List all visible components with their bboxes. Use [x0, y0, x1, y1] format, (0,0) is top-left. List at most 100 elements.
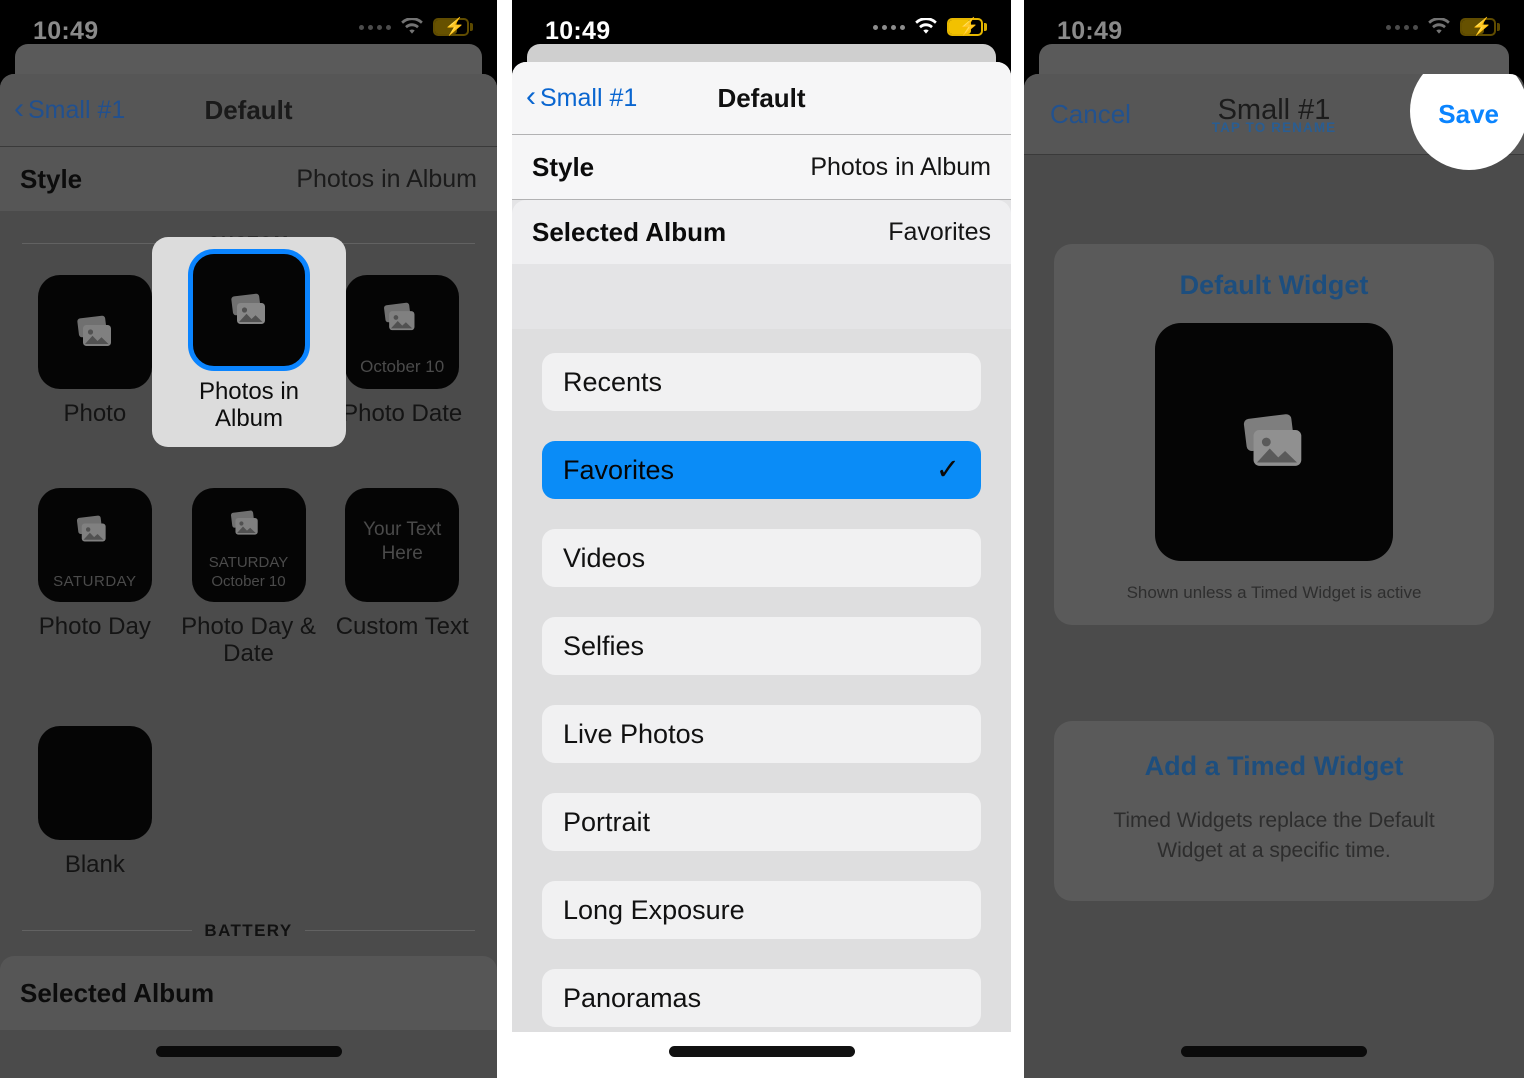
style-row[interactable]: Style Photos in Album	[0, 147, 497, 211]
status-time: 10:49	[1057, 17, 1123, 45]
add-timed-widget-card[interactable]: Add a Timed Widget Timed Widgets replace…	[1054, 721, 1494, 901]
style-grid-body: CUSTOM Photo	[0, 211, 497, 1078]
album-item-videos[interactable]: Videos	[542, 529, 981, 587]
selected-album-bar[interactable]: Selected Album	[0, 956, 497, 1030]
photo-stack-icon	[228, 293, 270, 327]
nav-bar: ‹ Small #1 Default	[512, 62, 1011, 134]
battery-charging-icon: ⚡	[947, 17, 987, 36]
album-item-recents[interactable]: Recents	[542, 353, 981, 411]
home-indicator[interactable]	[155, 1046, 342, 1057]
style-label: Style	[20, 163, 83, 194]
default-widget-card[interactable]: Default Widget Shown unless a Timed Widg…	[1054, 244, 1494, 625]
wifi-icon	[914, 17, 938, 36]
tile-line1: SATURDAY	[208, 554, 289, 572]
style-value: Photos in Album	[296, 164, 477, 193]
back-label: Small #1	[28, 95, 126, 124]
chevron-left-icon: ‹	[14, 92, 24, 125]
style-option-photo-day-date[interactable]: SATURDAY October 10 Photo Day & Date	[172, 487, 326, 668]
default-widget-preview[interactable]	[1155, 323, 1393, 561]
overview-body: Default Widget Shown unless a Timed Widg…	[1024, 228, 1524, 1078]
sheet-peek-behind	[1039, 44, 1509, 74]
selected-album-label: Selected Album	[20, 977, 215, 1008]
style-option-spacer	[172, 726, 326, 879]
style-caption: Photo Date	[342, 400, 463, 427]
style-caption: Photo	[63, 400, 127, 427]
status-time: 10:49	[545, 17, 611, 45]
widget-overview-sheet: Cancel Small #1 TAP TO RENAME Save Defau…	[1024, 74, 1524, 1078]
style-caption: Photo Day	[38, 612, 151, 640]
back-button[interactable]: ‹ Small #1	[526, 80, 638, 113]
album-name: Selfies	[563, 630, 645, 661]
album-item-long-exposure[interactable]: Long Exposure	[542, 881, 981, 939]
back-label: Small #1	[540, 83, 638, 112]
battery-charging-icon: ⚡	[433, 17, 473, 36]
style-row[interactable]: Style Photos in Album	[512, 135, 1011, 199]
signal-dots-icon	[873, 24, 905, 30]
tile-line2: October 10	[211, 573, 286, 591]
album-item-live-photos[interactable]: Live Photos	[542, 705, 981, 763]
album-name: Long Exposure	[563, 894, 745, 925]
panel-widget-style-picker: 10:49 ⚡ ‹ Small #1 Default Style Photos …	[0, 0, 497, 1078]
back-button[interactable]: ‹ Small #1	[14, 92, 126, 125]
style-option-photo[interactable]: Photo	[18, 275, 172, 428]
selected-album-row[interactable]: Selected Album Favorites	[512, 200, 1011, 264]
album-name: Panoramas	[563, 982, 702, 1013]
style-label: Style	[532, 151, 595, 182]
home-indicator[interactable]	[1181, 1046, 1367, 1057]
selected-album-value: Favorites	[888, 217, 991, 246]
style-option-blank[interactable]: Blank	[18, 725, 172, 879]
default-widget-note: Shown unless a Timed Widget is active	[1126, 583, 1422, 602]
album-item-favorites[interactable]: Favorites ✓	[542, 441, 981, 499]
default-widget-title: Default Widget	[1179, 270, 1369, 300]
album-picker-sheet: ‹ Small #1 Default Style Photos in Album…	[512, 62, 1011, 1078]
album-item-portrait[interactable]: Portrait	[542, 793, 981, 851]
style-tile	[37, 725, 152, 840]
photo-stack-icon	[74, 515, 116, 549]
album-item-selfies[interactable]: Selfies	[542, 617, 981, 675]
style-option-photos-in-album-selected[interactable]: Photos in Album	[152, 237, 346, 447]
signal-dots-icon	[1386, 24, 1418, 30]
photo-stack-icon	[228, 510, 270, 544]
home-indicator[interactable]	[668, 1046, 855, 1057]
section-header-battery: BATTERY	[0, 921, 497, 941]
style-option-photo-date[interactable]: October 10 Photo Date	[325, 275, 479, 428]
album-name: Portrait	[563, 806, 651, 837]
config-sheet: ‹ Small #1 Default Style Photos in Album…	[0, 74, 497, 1078]
wifi-icon	[1427, 17, 1451, 36]
tile-line2: Here	[381, 542, 423, 564]
style-option-photo-day[interactable]: SATURDAY Photo Day	[18, 487, 172, 668]
style-option-custom-text[interactable]: Your Text Here Custom Text	[325, 487, 479, 668]
style-caption: Blank	[64, 850, 125, 878]
add-timed-widget-title: Add a Timed Widget	[1144, 751, 1404, 781]
nav-bar: ‹ Small #1 Default	[0, 74, 497, 146]
album-list[interactable]: Recents Favorites ✓ Videos Selfies Live …	[512, 329, 1011, 1078]
selected-album-label: Selected Album	[532, 216, 727, 247]
style-caption: Custom Text	[335, 612, 469, 640]
style-caption: Photos in Album	[198, 378, 300, 432]
three-panel-screenshot: 10:49 ⚡ ‹ Small #1 Default Style Photos …	[0, 0, 1524, 1078]
style-tile-selected	[188, 249, 310, 371]
status-time: 10:49	[33, 17, 99, 45]
photo-stack-icon	[74, 315, 116, 349]
album-name: Recents	[563, 366, 663, 397]
tile-day-date-text: SATURDAY October 10	[192, 554, 306, 592]
tile-date-text: October 10	[360, 357, 445, 376]
tile-day-text: SATURDAY	[53, 572, 137, 590]
album-name: Videos	[563, 542, 646, 573]
style-tile: SATURDAY October 10	[191, 487, 306, 602]
chevron-left-icon: ‹	[526, 80, 536, 113]
wifi-icon	[400, 17, 424, 36]
add-timed-widget-subtitle: Timed Widgets replace the Default Widget…	[1113, 809, 1435, 863]
widget-style-grid: Photo October 10 Photo Date Photos in Al…	[0, 237, 497, 879]
save-button[interactable]: Save	[1438, 99, 1499, 130]
section-label: BATTERY	[204, 920, 293, 940]
signal-dots-icon	[359, 24, 391, 30]
style-tile: Your Text Here	[345, 487, 460, 602]
tile-custom-text: Your Text Here	[355, 518, 449, 566]
photo-stack-icon	[381, 302, 423, 336]
nav-bar: Cancel Small #1 TAP TO RENAME Save	[1024, 74, 1524, 170]
album-item-panoramas[interactable]: Panoramas	[542, 969, 981, 1027]
album-name: Favorites	[563, 454, 675, 485]
panel-album-picker: 10:49 ⚡ ‹ Small #1 Default Style Photos …	[512, 0, 1011, 1078]
style-option-spacer	[325, 726, 479, 879]
